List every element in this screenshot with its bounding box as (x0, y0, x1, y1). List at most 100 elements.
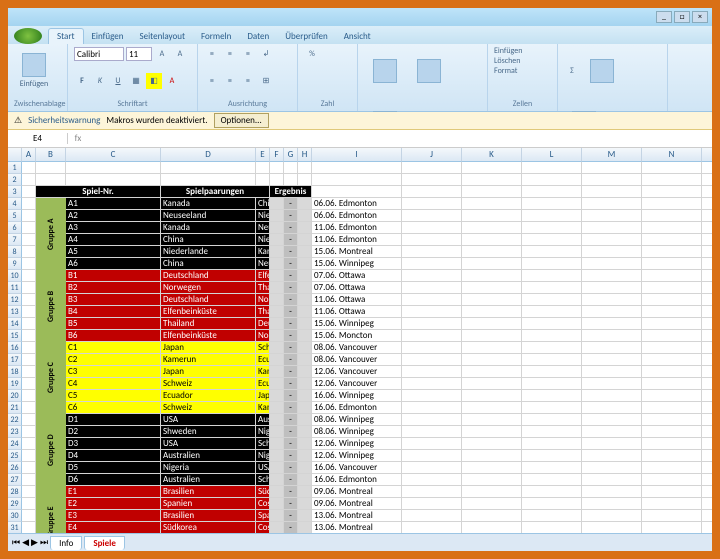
cell[interactable] (22, 174, 36, 186)
result2[interactable] (298, 522, 312, 533)
result1[interactable] (270, 342, 284, 354)
cell[interactable] (22, 210, 36, 222)
delete-cells-button[interactable]: Löschen (494, 56, 551, 66)
result1[interactable] (270, 402, 284, 414)
cell[interactable] (462, 258, 522, 270)
row-head[interactable]: 26 (8, 462, 22, 474)
result1[interactable] (270, 498, 284, 510)
cell[interactable] (702, 330, 712, 342)
col-head-F[interactable]: F (270, 148, 284, 162)
cell[interactable] (582, 450, 642, 462)
cell[interactable] (22, 462, 36, 474)
row-head[interactable]: 30 (8, 510, 22, 522)
row-head[interactable]: 9 (8, 258, 22, 270)
font-name-select[interactable] (74, 47, 124, 61)
cell[interactable] (462, 330, 522, 342)
result2[interactable] (298, 510, 312, 522)
cell[interactable] (642, 198, 702, 210)
cell[interactable] (582, 186, 642, 198)
cell[interactable] (702, 486, 712, 498)
cell[interactable] (642, 174, 702, 186)
sort-filter-button[interactable] (582, 46, 622, 96)
close-button[interactable]: × (692, 11, 708, 23)
decrease-font-icon[interactable]: A (172, 46, 188, 62)
result2[interactable] (298, 390, 312, 402)
cell[interactable] (402, 426, 462, 438)
cell[interactable] (522, 486, 582, 498)
row-head[interactable]: 8 (8, 246, 22, 258)
cell[interactable] (702, 474, 712, 486)
cell[interactable] (642, 510, 702, 522)
cell[interactable] (402, 210, 462, 222)
cell[interactable] (702, 426, 712, 438)
cell[interactable] (22, 270, 36, 282)
cell[interactable] (642, 438, 702, 450)
cell[interactable] (402, 186, 462, 198)
cell[interactable] (582, 486, 642, 498)
cell[interactable] (522, 222, 582, 234)
cell[interactable] (522, 186, 582, 198)
cell[interactable] (522, 318, 582, 330)
result1[interactable] (270, 234, 284, 246)
cell[interactable] (402, 498, 462, 510)
cell[interactable] (702, 282, 712, 294)
result1[interactable] (270, 510, 284, 522)
row-head[interactable]: 13 (8, 306, 22, 318)
row-head[interactable]: 24 (8, 438, 22, 450)
cell[interactable] (22, 354, 36, 366)
cell[interactable] (462, 306, 522, 318)
cell[interactable] (462, 186, 522, 198)
autosum-icon[interactable]: Σ (564, 63, 580, 79)
cell[interactable] (642, 234, 702, 246)
cell[interactable] (462, 174, 522, 186)
cell[interactable] (582, 162, 642, 174)
cell[interactable] (582, 378, 642, 390)
col-head-G[interactable]: G (284, 148, 298, 162)
row-head[interactable]: 14 (8, 318, 22, 330)
fx-icon[interactable]: fx (68, 133, 88, 144)
maximize-button[interactable]: □ (674, 11, 690, 23)
cell[interactable] (522, 474, 582, 486)
cell[interactable] (702, 462, 712, 474)
cell[interactable] (522, 390, 582, 402)
tab-nav-last[interactable]: ⏭ (40, 537, 48, 548)
cell[interactable] (462, 198, 522, 210)
cell[interactable] (522, 522, 582, 533)
cell[interactable] (642, 342, 702, 354)
cell[interactable] (462, 234, 522, 246)
cell[interactable] (462, 414, 522, 426)
col-head-L[interactable]: L (522, 148, 582, 162)
cell[interactable] (402, 306, 462, 318)
col-head-O[interactable]: O (702, 148, 712, 162)
tab-einfuegen[interactable]: Einfügen (84, 29, 132, 44)
cell[interactable] (522, 402, 582, 414)
cell[interactable] (522, 294, 582, 306)
cell[interactable] (702, 258, 712, 270)
cell[interactable] (702, 234, 712, 246)
cell[interactable] (642, 162, 702, 174)
col-head-D[interactable]: D (161, 148, 256, 162)
cell[interactable] (22, 450, 36, 462)
cell[interactable] (402, 318, 462, 330)
col-head-J[interactable]: J (402, 148, 462, 162)
cell[interactable] (702, 522, 712, 533)
format-table-button[interactable] (408, 46, 450, 96)
office-button[interactable] (14, 28, 42, 44)
cell[interactable] (522, 450, 582, 462)
cell[interactable] (284, 162, 298, 174)
cell[interactable] (402, 486, 462, 498)
cell[interactable] (702, 186, 712, 198)
cell[interactable] (462, 402, 522, 414)
merge-cells-icon[interactable]: ⊞ (258, 73, 274, 89)
result1[interactable] (270, 450, 284, 462)
row-head[interactable]: 15 (8, 330, 22, 342)
cell[interactable] (702, 354, 712, 366)
result1[interactable] (270, 246, 284, 258)
cell[interactable] (582, 402, 642, 414)
row-head[interactable]: 25 (8, 450, 22, 462)
cell[interactable] (402, 342, 462, 354)
cell[interactable] (582, 234, 642, 246)
cell[interactable] (522, 258, 582, 270)
cell[interactable] (522, 246, 582, 258)
row-head[interactable]: 21 (8, 402, 22, 414)
